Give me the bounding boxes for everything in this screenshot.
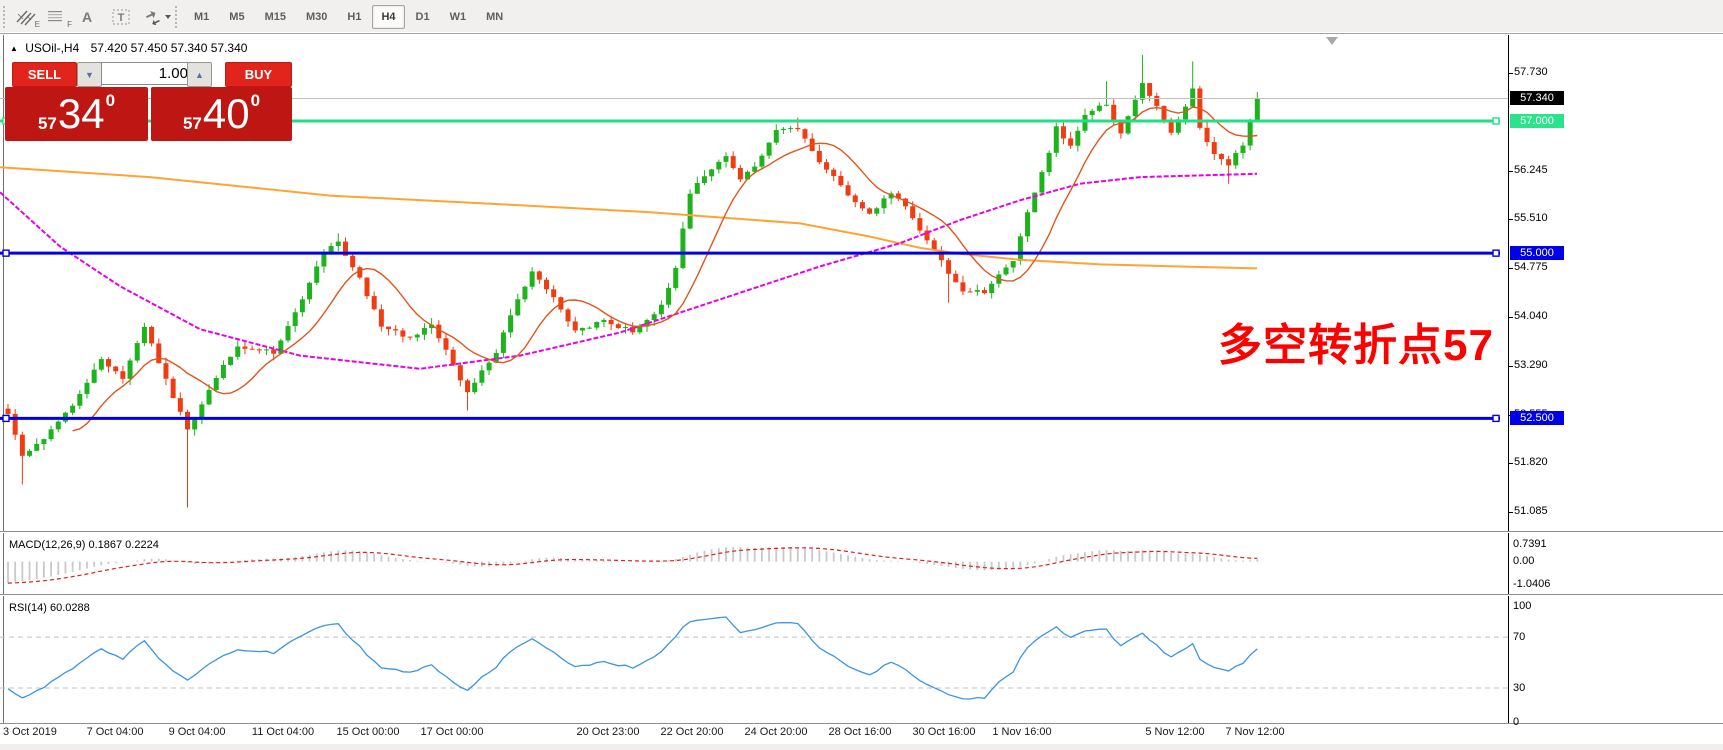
timeframe-button-H1[interactable]: H1 [338, 5, 370, 29]
date-tick-label: 11 Oct 04:00 [252, 726, 314, 738]
price-tick-label: 54.775 [1514, 261, 1548, 273]
price-tickmark [1508, 171, 1513, 172]
price-tickmark [1508, 463, 1513, 464]
chart-text-annotation[interactable]: 多空转折点57 [1218, 309, 1494, 373]
date-tick-label: 1 Nov 16:00 [992, 726, 1051, 738]
date-tick-label: 3 Oct 2019 [3, 726, 57, 738]
timeframe-button-H4[interactable]: H4 [372, 5, 404, 29]
rsi-scale-label: 30 [1513, 682, 1525, 694]
price-tickmark [1508, 317, 1513, 318]
price-tick-label: 51.085 [1514, 505, 1548, 517]
price-tick-label: 55.510 [1514, 212, 1548, 224]
window-bottom-strip [0, 744, 1723, 750]
buy-price-point: 0 [251, 87, 260, 111]
collapse-triangle-icon[interactable]: ▲ [10, 44, 18, 53]
icon-sub-label: E [35, 20, 40, 29]
timeframe-button-M5[interactable]: M5 [220, 5, 253, 29]
price-tick-label: 57.730 [1514, 66, 1548, 78]
panel-separator[interactable] [0, 594, 1723, 595]
toolbar-drag-handle[interactable] [3, 6, 9, 28]
rsi-scale-label: 70 [1513, 631, 1525, 643]
price-tick-label: 53.290 [1514, 359, 1548, 371]
timeframe-button-W1[interactable]: W1 [441, 5, 476, 29]
toolbar-drag-handle[interactable] [175, 6, 181, 28]
toolbar: E F A T [0, 0, 1723, 34]
price-badge: 57.000 [1510, 114, 1564, 128]
trading-terminal: E F A T [0, 0, 1723, 750]
macd-panel[interactable] [0, 535, 1508, 594]
volume-decrease-button[interactable]: ▼ [77, 62, 102, 87]
timeframe-button-MN[interactable]: MN [477, 5, 512, 29]
grid-pattern-icon[interactable]: F [46, 4, 74, 30]
rsi-label: RSI(14) 60.0288 [9, 602, 90, 614]
volume-input[interactable] [101, 62, 193, 85]
ohlc-values: 57.420 57.450 57.340 57.340 [91, 41, 248, 55]
rsi-scale-label: 0 [1513, 716, 1519, 728]
date-tick-label: 7 Oct 04:00 [87, 726, 144, 738]
icon-sub-label: F [67, 20, 72, 29]
price-badge: 55.000 [1510, 246, 1564, 260]
date-tick-label: 9 Oct 04:00 [169, 726, 226, 738]
arrows-icon[interactable] [142, 4, 170, 30]
buy-button-label: BUY [245, 67, 272, 82]
macd-scale-label: -1.0406 [1513, 578, 1550, 590]
price-tick-label: 51.820 [1514, 456, 1548, 468]
buy-button[interactable]: BUY [225, 62, 292, 87]
price-tickmark [1508, 366, 1513, 367]
date-tick-label: 22 Oct 20:00 [661, 726, 724, 738]
sell-button-label: SELL [28, 67, 61, 82]
svg-text:T: T [118, 12, 125, 24]
price-tick-label: 56.245 [1514, 164, 1548, 176]
date-tick-label: 5 Nov 12:00 [1145, 726, 1204, 738]
sell-price-box[interactable]: 57 34 0 [5, 87, 148, 141]
date-tick-label: 24 Oct 20:00 [745, 726, 808, 738]
chevron-up-icon: ▲ [195, 70, 204, 80]
price-badge: 57.340 [1510, 91, 1564, 105]
price-tick-label: 54.040 [1514, 310, 1548, 322]
text-label-icon[interactable]: T [110, 4, 138, 30]
date-tick-label: 7 Nov 12:00 [1225, 726, 1284, 738]
date-tick-label: 30 Oct 16:00 [913, 726, 976, 738]
date-tick-label: 15 Oct 00:00 [337, 726, 400, 738]
macd-scale-label: 0.7391 [1513, 538, 1547, 550]
sell-price-big-figure: 57 [38, 114, 57, 141]
rsi-panel[interactable] [0, 598, 1508, 723]
text-icon[interactable]: A [78, 4, 106, 30]
price-axis-line [1508, 35, 1509, 723]
buy-price-box[interactable]: 57 40 0 [151, 87, 292, 141]
price-badge: 52.500 [1510, 411, 1564, 425]
price-tickmark [1508, 268, 1513, 269]
sell-price-pips: 34 [57, 93, 106, 135]
buy-price-big-figure: 57 [183, 114, 202, 141]
volume-increase-button[interactable]: ▲ [187, 62, 212, 87]
symbol-label: USOil-,H4 [25, 41, 79, 55]
price-tickmark [1508, 512, 1513, 513]
timeframe-button-M15[interactable]: M15 [256, 5, 295, 29]
timeframe-button-D1[interactable]: D1 [407, 5, 439, 29]
price-tickmark [1508, 73, 1513, 74]
quote-header: ▲ USOil-,H4 57.420 57.450 57.340 57.340 [10, 41, 247, 55]
chevron-down-icon: ▼ [85, 70, 94, 80]
date-tick-label: 20 Oct 23:00 [577, 726, 640, 738]
date-tick-label: 17 Oct 00:00 [421, 726, 484, 738]
timeframe-button-M30[interactable]: M30 [297, 5, 336, 29]
draw-lines-icon[interactable]: E [14, 4, 42, 30]
panel-separator[interactable] [0, 531, 1723, 532]
timeframe-button-M1[interactable]: M1 [185, 5, 218, 29]
macd-label: MACD(12,26,9) 0.1867 0.2224 [9, 539, 159, 551]
buy-price-pips: 40 [202, 93, 251, 135]
macd-scale-label: 0.00 [1513, 555, 1534, 567]
timeframe-toolbar: M1M5M15M30H1H4D1W1MN [184, 5, 513, 29]
date-tick-label: 28 Oct 16:00 [829, 726, 892, 738]
sell-button[interactable]: SELL [12, 62, 77, 87]
svg-text:A: A [82, 9, 92, 25]
chart-bottom-axis [0, 723, 1723, 724]
rsi-scale-label: 100 [1513, 600, 1531, 612]
price-tickmark [1508, 219, 1513, 220]
sell-price-point: 0 [106, 87, 115, 111]
